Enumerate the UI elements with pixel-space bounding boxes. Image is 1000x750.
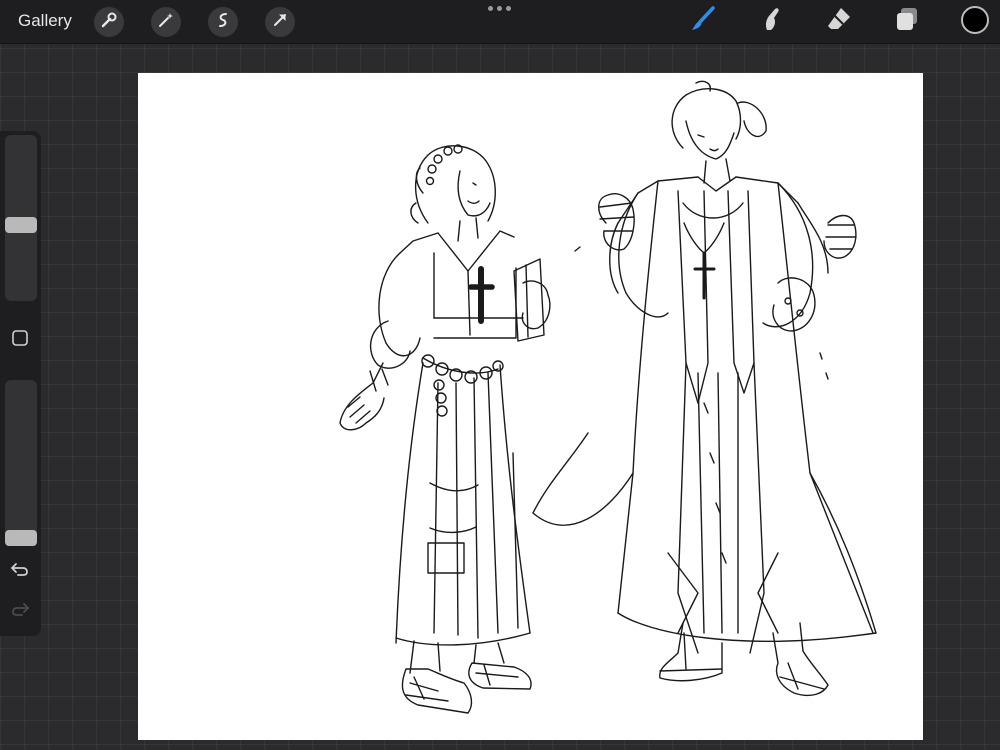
modify-button[interactable] xyxy=(9,329,31,351)
transform-button[interactable] xyxy=(265,7,295,37)
top-toolbar: Gallery xyxy=(0,0,1000,44)
layers-button[interactable] xyxy=(892,6,922,36)
smudge-icon xyxy=(757,5,785,38)
drawing-canvas[interactable] xyxy=(138,73,923,740)
undo-icon xyxy=(10,560,30,583)
brush-tool-button[interactable] xyxy=(688,5,718,38)
eraser-tool-button[interactable] xyxy=(824,6,854,36)
brush-size-thumb[interactable] xyxy=(5,217,37,233)
more-options-icon[interactable] xyxy=(488,6,511,11)
color-picker-swatch[interactable] xyxy=(961,6,989,34)
gallery-button[interactable]: Gallery xyxy=(18,11,72,31)
actions-button[interactable] xyxy=(94,7,124,37)
adjustments-button[interactable] xyxy=(151,7,181,37)
transform-arrow-icon xyxy=(271,11,289,34)
eraser-icon xyxy=(825,5,853,38)
sketch-artwork xyxy=(339,80,877,714)
opacity-slider[interactable] xyxy=(5,380,37,546)
smudge-tool-button[interactable] xyxy=(756,6,786,36)
opacity-thumb[interactable] xyxy=(5,530,37,546)
wrench-icon xyxy=(100,11,118,34)
selection-icon xyxy=(214,11,232,34)
redo-button[interactable] xyxy=(9,600,31,622)
redo-icon xyxy=(10,600,30,623)
undo-button[interactable] xyxy=(9,560,31,582)
selection-button[interactable] xyxy=(208,7,238,37)
square-icon xyxy=(11,329,29,352)
layers-icon xyxy=(893,5,921,38)
left-sidebar xyxy=(0,131,41,636)
magic-wand-icon xyxy=(157,11,175,34)
brush-icon xyxy=(689,5,717,38)
